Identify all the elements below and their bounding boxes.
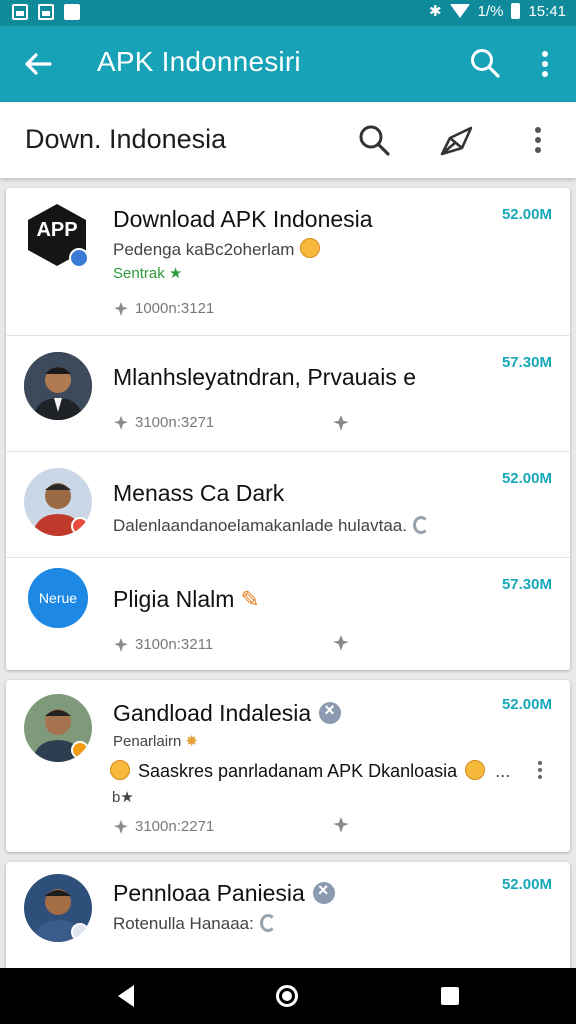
list-item[interactable]: APP Download APK Indonesia 52.00M Pedeng… [6,188,570,336]
avatar [24,468,92,536]
item-tag: Sentrak ★ [113,265,183,282]
system-icons: ✱ 1/% 15:41 [429,2,566,21]
item-title: Pligia Nlalm ✎ [113,586,260,612]
person-avatar-icon [24,352,92,420]
pin-icon[interactable] [332,414,350,432]
verified-icon [312,880,335,904]
message-tail: b★ [112,789,134,806]
item-meta: 3100n:2271 [113,818,214,835]
message-text: Saaskres panrladanam APK Dkanloasia... [110,760,510,782]
avatar: Nerue [28,568,88,628]
chat-bubble-logo-icon: Nerue [28,568,88,628]
person-avatar-icon [24,874,92,942]
item-subtitle: Penarlairn ✸ [113,733,198,750]
emoji-icon [465,760,486,780]
back-arrow-icon[interactable] [22,48,54,80]
notification-icons [12,4,80,20]
item-meta: 1000n:3121 [113,300,214,317]
avatar [24,874,92,942]
logo-text: APP [36,219,77,241]
logo-text: Nerue [39,590,77,606]
bluetooth-icon: ✱ [429,3,442,20]
app-bar: APK Indonnesiri [0,26,576,102]
item-size: 57.30M [501,576,552,593]
nav-home-icon[interactable] [276,985,298,1007]
item-title: Pennloaa Paniesia [113,880,335,907]
person-avatar-icon [24,468,92,536]
verified-icon [319,700,342,724]
overflow-menu-icon[interactable] [533,48,557,80]
share-send-icon[interactable] [438,122,476,160]
status-bar: ✱ 1/% 15:41 [0,0,576,26]
pin-icon [114,415,128,430]
app-logo: APP [24,202,90,268]
pin-icon[interactable] [332,634,350,652]
search-icon[interactable] [356,122,392,158]
list-item[interactable]: Nerue Pligia Nlalm ✎ 57.30M 3100n:3211 [6,558,570,670]
reply-icon [412,516,429,534]
overflow-menu-icon[interactable] [526,124,550,156]
item-title: Mlanhsleyatndran, Prvauais e [113,364,416,390]
nav-back-icon[interactable] [118,985,134,1007]
item-size: 57.30M [501,354,552,371]
person-avatar-icon [24,694,92,762]
battery-icon [511,3,521,19]
avatar [24,694,92,762]
item-size: 52.00M [501,876,552,893]
item-title: Download APK Indonesia [113,206,373,232]
nav-recents-icon[interactable] [441,987,459,1005]
item-subtitle: Rotenulla Hanaaa: [113,914,276,934]
item-meta: 3100n:3211 [113,636,213,653]
item-size: 52.00M [501,470,552,487]
item-title: Gandload Indalesia [113,700,342,727]
wifi-icon [449,4,470,18]
pin-icon [114,637,128,652]
square-notification-icon [64,4,80,20]
message-card[interactable]: Gandload Indalesia 52.00M Penarlairn✸ Sa… [6,680,570,852]
list-item[interactable]: Mlanhsleyatndran, Prvauais e 57.30M 3100… [6,336,570,452]
sparkle-icon: ✸ [185,733,198,750]
overflow-menu-icon[interactable] [536,760,544,780]
pencil-icon: ✎ [240,586,260,612]
system-navigation-bar [0,968,576,1024]
photo-notification-icon [38,4,54,20]
pin-icon [114,301,128,316]
app-list-card: APP Download APK Indonesia 52.00M Pedeng… [6,188,570,670]
secondary-toolbar: Down. Indonesia [0,102,576,178]
search-icon[interactable] [468,46,502,80]
item-size: 52.00M [501,206,552,223]
pin-icon[interactable] [332,816,350,834]
pin-icon [114,819,128,834]
apk-logo-icon: APP [28,204,89,268]
avatar [24,352,92,420]
reply-icon [259,914,276,932]
item-subtitle: Dalenlaandanoelamakanlade hulavtaa. [113,516,429,536]
message-card[interactable]: Pennloaa Paniesia 52.00M Rotenulla Hanaa… [6,862,570,982]
item-size: 52.00M [501,696,552,713]
item-subtitle: Pedenga kaBc2oherlam [113,238,321,260]
app-title: APK Indonnesiri [97,46,301,77]
item-meta: 3100n:3271 [113,414,214,431]
section-title: Down. Indonesia [25,124,227,154]
item-title: Menass Ca Dark [113,480,285,506]
clock: 15:41 [528,2,566,20]
image-notification-icon [12,4,28,20]
emoji-icon [110,760,130,780]
list-item[interactable]: Menass Ca Dark 52.00M Dalenlaandanoelama… [6,452,570,558]
emoji-icon [300,238,321,258]
signal-text: 1/% [477,2,504,20]
